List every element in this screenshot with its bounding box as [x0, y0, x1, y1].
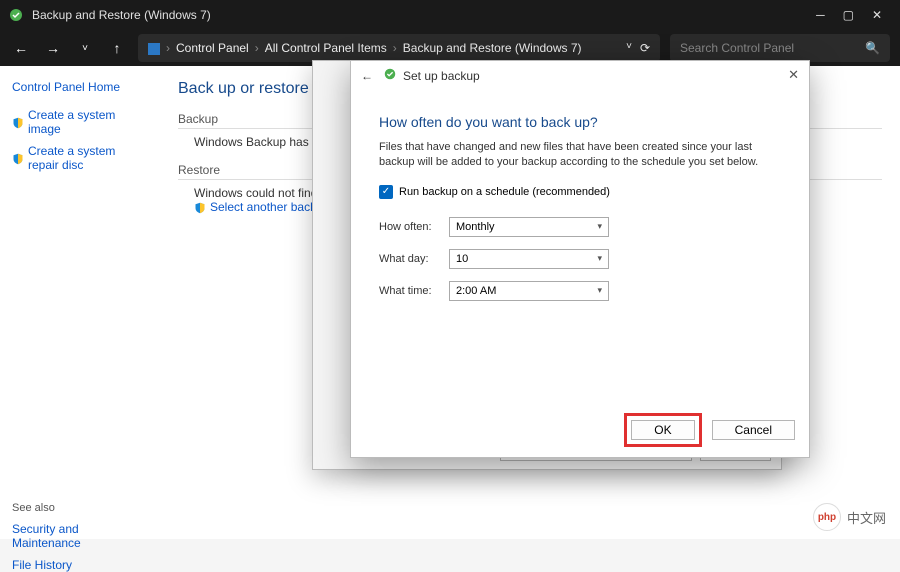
link-label: Create a system repair disc — [28, 144, 148, 172]
cp-home-link[interactable]: Control Panel Home — [12, 80, 148, 94]
security-maintenance-link[interactable]: Security and Maintenance — [12, 522, 148, 550]
php-logo-icon: php — [813, 503, 841, 531]
modal-title: Set up backup — [403, 69, 480, 83]
window-titlebar: Backup and Restore (Windows 7) ─ ▢ ✕ — [0, 0, 900, 30]
modal-footer: OK Cancel — [624, 413, 795, 447]
what-day-label: What day: — [379, 253, 449, 265]
chevron-down-icon: ▾ — [597, 221, 602, 232]
how-often-select[interactable]: Monthly ▾ — [449, 217, 609, 237]
breadcrumb-separator: › — [166, 41, 170, 55]
setup-backup-modal: ← Set up backup ✕ How often do you want … — [350, 60, 810, 458]
search-icon: 🔍 — [865, 41, 880, 55]
chevron-down-icon: ▾ — [597, 253, 602, 264]
search-input[interactable]: Search Control Panel 🔍 — [670, 34, 890, 62]
left-sidebar: Control Panel Home Create a system image… — [0, 66, 160, 539]
link-label: Create a system image — [28, 108, 148, 136]
wizard-icon — [383, 67, 397, 84]
what-time-label: What time: — [379, 285, 449, 297]
how-often-label: How often: — [379, 221, 449, 233]
ok-highlight-annotation: OK — [624, 413, 701, 447]
checkbox-label: Run backup on a schedule (recommended) — [399, 186, 610, 198]
breadcrumb-separator: › — [255, 41, 259, 55]
breadcrumb-3[interactable]: Backup and Restore (Windows 7) — [403, 41, 582, 55]
modal-close-button[interactable]: ✕ — [788, 67, 799, 83]
app-icon — [8, 7, 24, 23]
modal-header: ← Set up backup ✕ — [351, 61, 809, 90]
maximize-button[interactable]: ▢ — [843, 8, 854, 22]
select-value: 10 — [456, 253, 468, 265]
select-value: 2:00 AM — [456, 285, 496, 297]
create-repair-disc-link[interactable]: Create a system repair disc — [12, 144, 148, 172]
what-day-select[interactable]: 10 ▾ — [449, 249, 609, 269]
address-dropdown-icon[interactable]: ˅ — [626, 41, 632, 55]
breadcrumb-separator: › — [393, 41, 397, 55]
modal-body: How often do you want to back up? Files … — [351, 90, 809, 323]
what-time-select[interactable]: 2:00 AM ▾ — [449, 281, 609, 301]
see-also-header: See also — [12, 502, 148, 514]
modal-back-button[interactable]: ← — [361, 69, 373, 83]
schedule-checkbox-row[interactable]: ✓ Run backup on a schedule (recommended) — [379, 185, 781, 199]
breadcrumb-1[interactable]: Control Panel — [176, 41, 249, 55]
search-placeholder: Search Control Panel — [680, 41, 794, 55]
modal-description: Files that have changed and new files th… — [379, 140, 781, 171]
select-value: Monthly — [456, 221, 495, 233]
shield-icon — [194, 200, 206, 214]
recent-dropdown[interactable]: ˅ — [74, 43, 96, 54]
checkbox-checked-icon[interactable]: ✓ — [379, 185, 393, 199]
cancel-button[interactable]: Cancel — [712, 420, 795, 440]
chevron-down-icon: ▾ — [597, 285, 602, 296]
ok-button[interactable]: OK — [631, 420, 694, 440]
back-button[interactable]: ← — [10, 40, 32, 56]
watermark: php 中文网 — [813, 503, 886, 531]
address-bar[interactable]: › Control Panel › All Control Panel Item… — [138, 34, 660, 62]
breadcrumb-2[interactable]: All Control Panel Items — [265, 41, 387, 55]
close-button[interactable]: ✕ — [872, 8, 882, 22]
refresh-button[interactable]: ⟳ — [640, 41, 650, 55]
create-system-image-link[interactable]: Create a system image — [12, 108, 148, 136]
shield-icon — [12, 115, 24, 129]
modal-heading: How often do you want to back up? — [379, 114, 781, 130]
file-history-link[interactable]: File History — [12, 558, 148, 572]
shield-icon — [12, 151, 24, 165]
watermark-text: 中文网 — [847, 508, 886, 527]
control-panel-icon — [148, 41, 160, 55]
window-title: Backup and Restore (Windows 7) — [32, 8, 816, 22]
forward-button[interactable]: → — [42, 40, 64, 56]
up-button[interactable]: ↑ — [106, 40, 128, 56]
minimize-button[interactable]: ─ — [816, 8, 825, 22]
